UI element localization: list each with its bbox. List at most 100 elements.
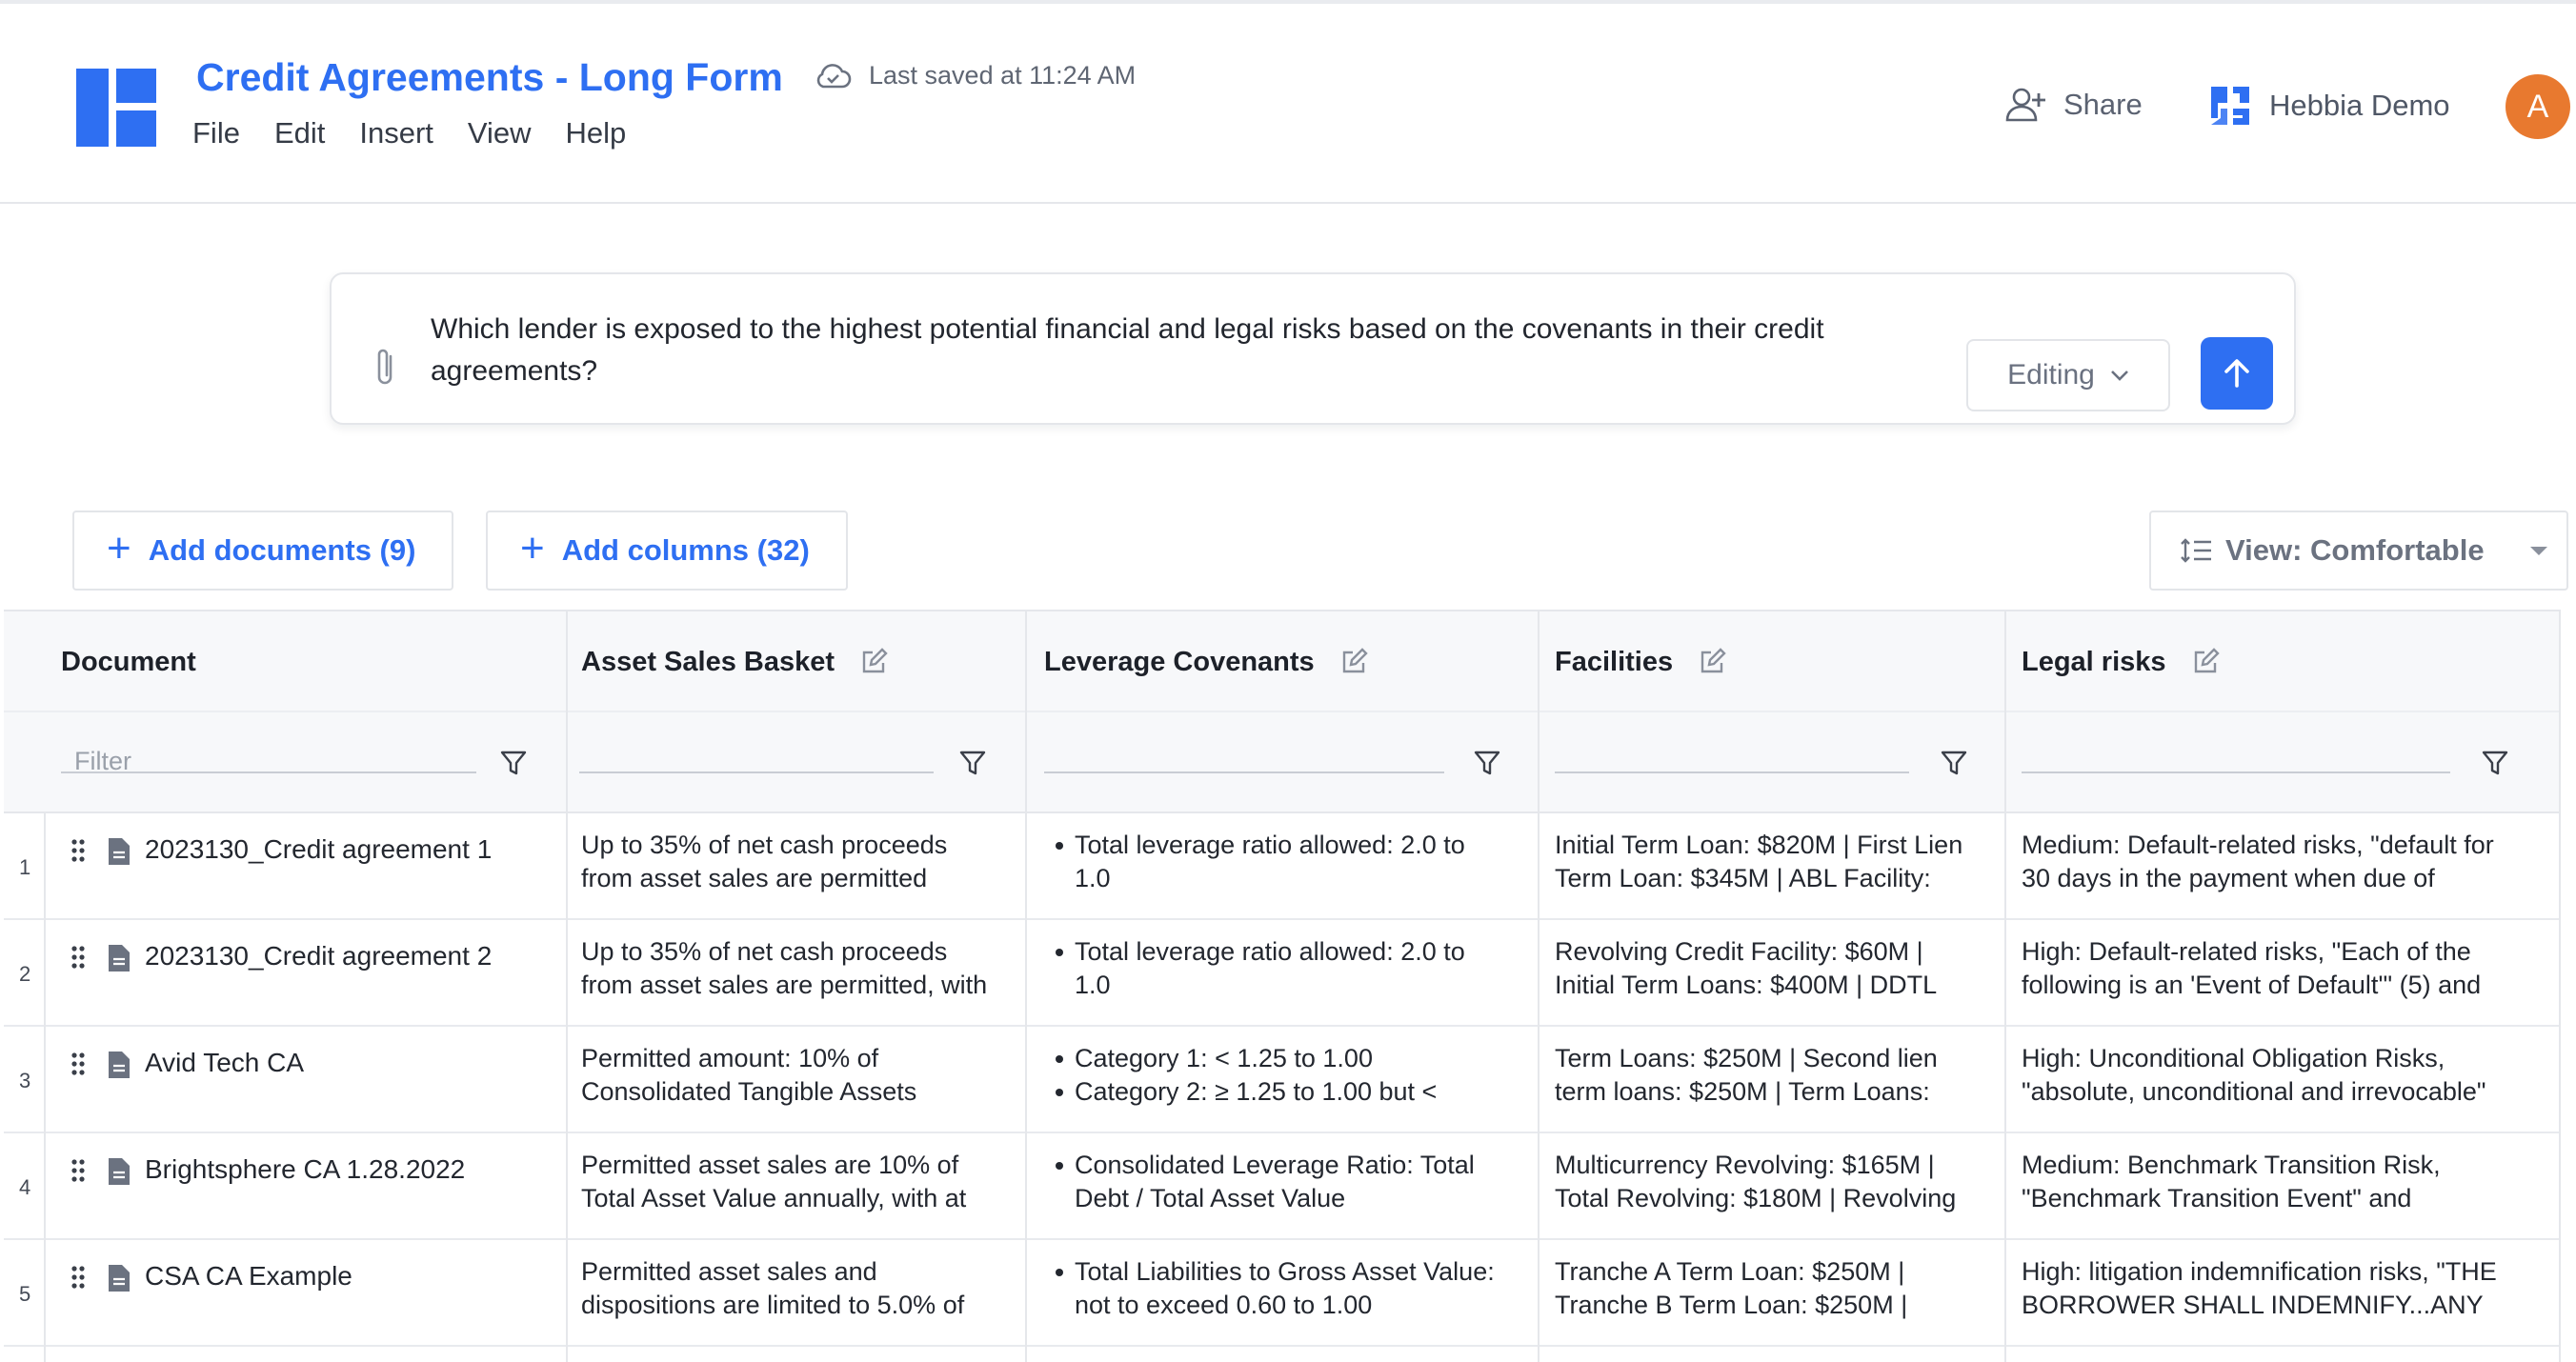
cell-legal[interactable]: High: Unconditional Obligation Risks, "a… <box>2022 1042 2555 1111</box>
bullet-item: Total leverage ratio allowed: 2.0 to 1.0 <box>1050 829 1526 895</box>
app-window: Credit Agreements - Long Form Last saved… <box>0 0 2576 1362</box>
legal-risks-filter-input[interactable] <box>2022 771 2450 773</box>
cell-legal[interactable]: High: Default-related risks, "Each of th… <box>2022 935 2555 1004</box>
query-line-2: agreements? <box>431 355 598 387</box>
edit-icon[interactable] <box>859 648 888 676</box>
paperclip-icon[interactable] <box>372 345 398 391</box>
table-row[interactable]: 2 2023130_Credit agreement 2 Up to 35% o… <box>4 920 2559 1027</box>
mode-dropdown[interactable]: Editing <box>1966 339 2170 411</box>
cell-leverage[interactable]: Total leverage ratio allowed: 2.0 to 1.0 <box>1050 935 1526 1004</box>
add-documents-button[interactable]: + Add documents (9) <box>72 511 453 591</box>
cell-facilities[interactable]: Multicurrency Revolving: $165M | Total R… <box>1555 1149 1999 1217</box>
cell-facilities[interactable]: Revolving Credit Facility: $60M | Initia… <box>1555 935 1999 1004</box>
table-header-row: Document Asset Sales Basket Leverage Cov… <box>4 611 2559 712</box>
add-columns-label: Add columns (32) <box>561 533 810 567</box>
edit-icon[interactable] <box>2191 648 2220 676</box>
filter-icon[interactable] <box>958 749 987 777</box>
header: Credit Agreements - Long Form Last saved… <box>0 0 2576 204</box>
bullet-item: Total Liabilities to Gross Asset Value: n… <box>1050 1255 1526 1322</box>
cell-facilities[interactable]: Tranche A Term Loan: $250M | Tranche B T… <box>1555 1255 1999 1324</box>
drag-handle-icon[interactable] <box>70 1158 86 1183</box>
cell-asset_sales[interactable]: Permitted asset sales are 10% of Total A… <box>581 1149 1019 1217</box>
bullet-item: Category 1: < 1.25 to 1.00 <box>1050 1042 1526 1075</box>
cell-leverage[interactable]: Consolidated Leverage Ratio: Total Debt /… <box>1050 1149 1526 1217</box>
filter-icon[interactable] <box>1940 749 1968 777</box>
share-button[interactable]: Share <box>2004 86 2143 124</box>
table-row[interactable]: 4 Brightsphere CA 1.28.2022 Permitted as… <box>4 1133 2559 1240</box>
cell-asset_sales[interactable]: Permitted amount: 10% of Consolidated Ta… <box>581 1042 1019 1111</box>
view-density-dropdown[interactable]: View: Comfortable <box>2149 511 2568 591</box>
plus-icon: + <box>107 525 131 571</box>
cell-leverage[interactable]: Total Liabilities to Gross Asset Value: n… <box>1050 1255 1526 1324</box>
edit-icon[interactable] <box>1339 648 1368 676</box>
filter-icon[interactable] <box>2481 749 2509 777</box>
menu-help[interactable]: Help <box>566 116 627 150</box>
table-row[interactable]: 5 CSA CA Example Permitted asset sales a… <box>4 1240 2559 1347</box>
document-icon <box>109 945 130 971</box>
documents-table: Document Asset Sales Basket Leverage Cov… <box>4 610 2561 1362</box>
add-documents-label: Add documents (9) <box>148 533 416 567</box>
row-number: 4 <box>19 1175 31 1199</box>
org-switcher[interactable]: Hebbia Demo <box>2208 84 2450 128</box>
column-header-legal-risks[interactable]: Legal risks <box>2022 611 2220 712</box>
menu-view[interactable]: View <box>468 116 532 150</box>
cell-asset_sales[interactable]: Up to 35% of net cash proceeds from asse… <box>581 829 1019 897</box>
cloud-icon <box>816 63 852 88</box>
menu-insert[interactable]: Insert <box>359 116 433 150</box>
filter-icon[interactable] <box>1473 749 1501 777</box>
drag-handle-icon[interactable] <box>70 838 86 863</box>
asset-sales-filter-input[interactable] <box>579 771 934 773</box>
document-name[interactable]: Avid Tech CA <box>145 1048 304 1078</box>
row-number: 2 <box>19 962 31 986</box>
query-input[interactable]: Which lender is exposed to the highest p… <box>431 309 1974 392</box>
app-logo[interactable] <box>76 69 156 147</box>
drag-handle-icon[interactable] <box>70 1052 86 1076</box>
document-name[interactable]: Brightsphere CA 1.28.2022 <box>145 1154 465 1185</box>
column-header-facilities[interactable]: Facilities <box>1555 611 1726 712</box>
cell-asset_sales[interactable]: Up to 35% of net cash proceeds from asse… <box>581 935 1019 1004</box>
table-row[interactable]: 1 2023130_Credit agreement 1 Up to 35% o… <box>4 813 2559 920</box>
facilities-filter-input[interactable] <box>1555 771 1909 773</box>
menu-bar: File Edit Insert View Help <box>192 116 626 150</box>
bullet-item: Consolidated Leverage Ratio: Total Debt /… <box>1050 1149 1526 1215</box>
table-row[interactable]: 3 Avid Tech CA Permitted amount: 10% of … <box>4 1027 2559 1133</box>
save-status: Last saved at 11:24 AM <box>814 61 1136 90</box>
org-name: Hebbia Demo <box>2269 89 2450 122</box>
drag-handle-icon[interactable] <box>70 1265 86 1290</box>
cell-facilities[interactable]: Initial Term Loan: $820M | First Lien Te… <box>1555 829 1999 897</box>
edit-icon[interactable] <box>1698 648 1726 676</box>
query-line-1: Which lender is exposed to the highest p… <box>431 313 1824 345</box>
drag-handle-icon[interactable] <box>70 945 86 970</box>
document-title[interactable]: Credit Agreements - Long Form <box>196 55 783 100</box>
user-avatar[interactable]: A <box>2506 74 2570 139</box>
document-name[interactable]: 2023130_Credit agreement 2 <box>145 941 492 971</box>
leverage-filter-input[interactable] <box>1044 771 1444 773</box>
bullet-item: Category 2: ≥ 1.25 to 1.00 but < <box>1050 1075 1526 1109</box>
add-columns-button[interactable]: + Add columns (32) <box>486 511 848 591</box>
document-icon <box>109 1158 130 1185</box>
save-status-text: Last saved at 11:24 AM <box>869 61 1137 90</box>
cell-leverage[interactable]: Category 1: < 1.25 to 1.00 Category 2: ≥ … <box>1050 1042 1526 1111</box>
document-name[interactable]: 2023130_Credit agreement 1 <box>145 834 492 865</box>
column-header-document[interactable]: Document <box>61 611 196 712</box>
cell-legal[interactable]: High: litigation indemnification risks, … <box>2022 1255 2555 1324</box>
document-name[interactable]: CSA CA Example <box>145 1261 352 1292</box>
cell-asset_sales[interactable]: Permitted asset sales and dispositions a… <box>581 1255 1019 1324</box>
cell-legal[interactable]: Medium: Default-related risks, "default … <box>2022 829 2555 897</box>
cell-leverage[interactable]: Total leverage ratio allowed: 2.0 to 1.0 <box>1050 829 1526 897</box>
mode-label: Editing <box>2007 359 2095 391</box>
cell-facilities[interactable]: Term Loans: $250M | Second lien term loa… <box>1555 1042 1999 1111</box>
send-button[interactable] <box>2201 337 2273 410</box>
filter-icon[interactable] <box>499 749 528 777</box>
row-number: 3 <box>19 1069 31 1092</box>
column-header-leverage[interactable]: Leverage Covenants <box>1044 611 1368 712</box>
menu-edit[interactable]: Edit <box>274 116 325 150</box>
cell-legal[interactable]: Medium: Benchmark Transition Risk, "Benc… <box>2022 1149 2555 1217</box>
row-number: 5 <box>19 1282 31 1306</box>
caret-down-icon <box>2530 547 2547 555</box>
document-icon <box>109 1052 130 1078</box>
menu-file[interactable]: File <box>192 116 240 150</box>
plus-icon: + <box>520 525 545 571</box>
table-filter-row: Filter <box>4 712 2559 813</box>
column-header-asset-sales[interactable]: Asset Sales Basket <box>581 611 888 712</box>
